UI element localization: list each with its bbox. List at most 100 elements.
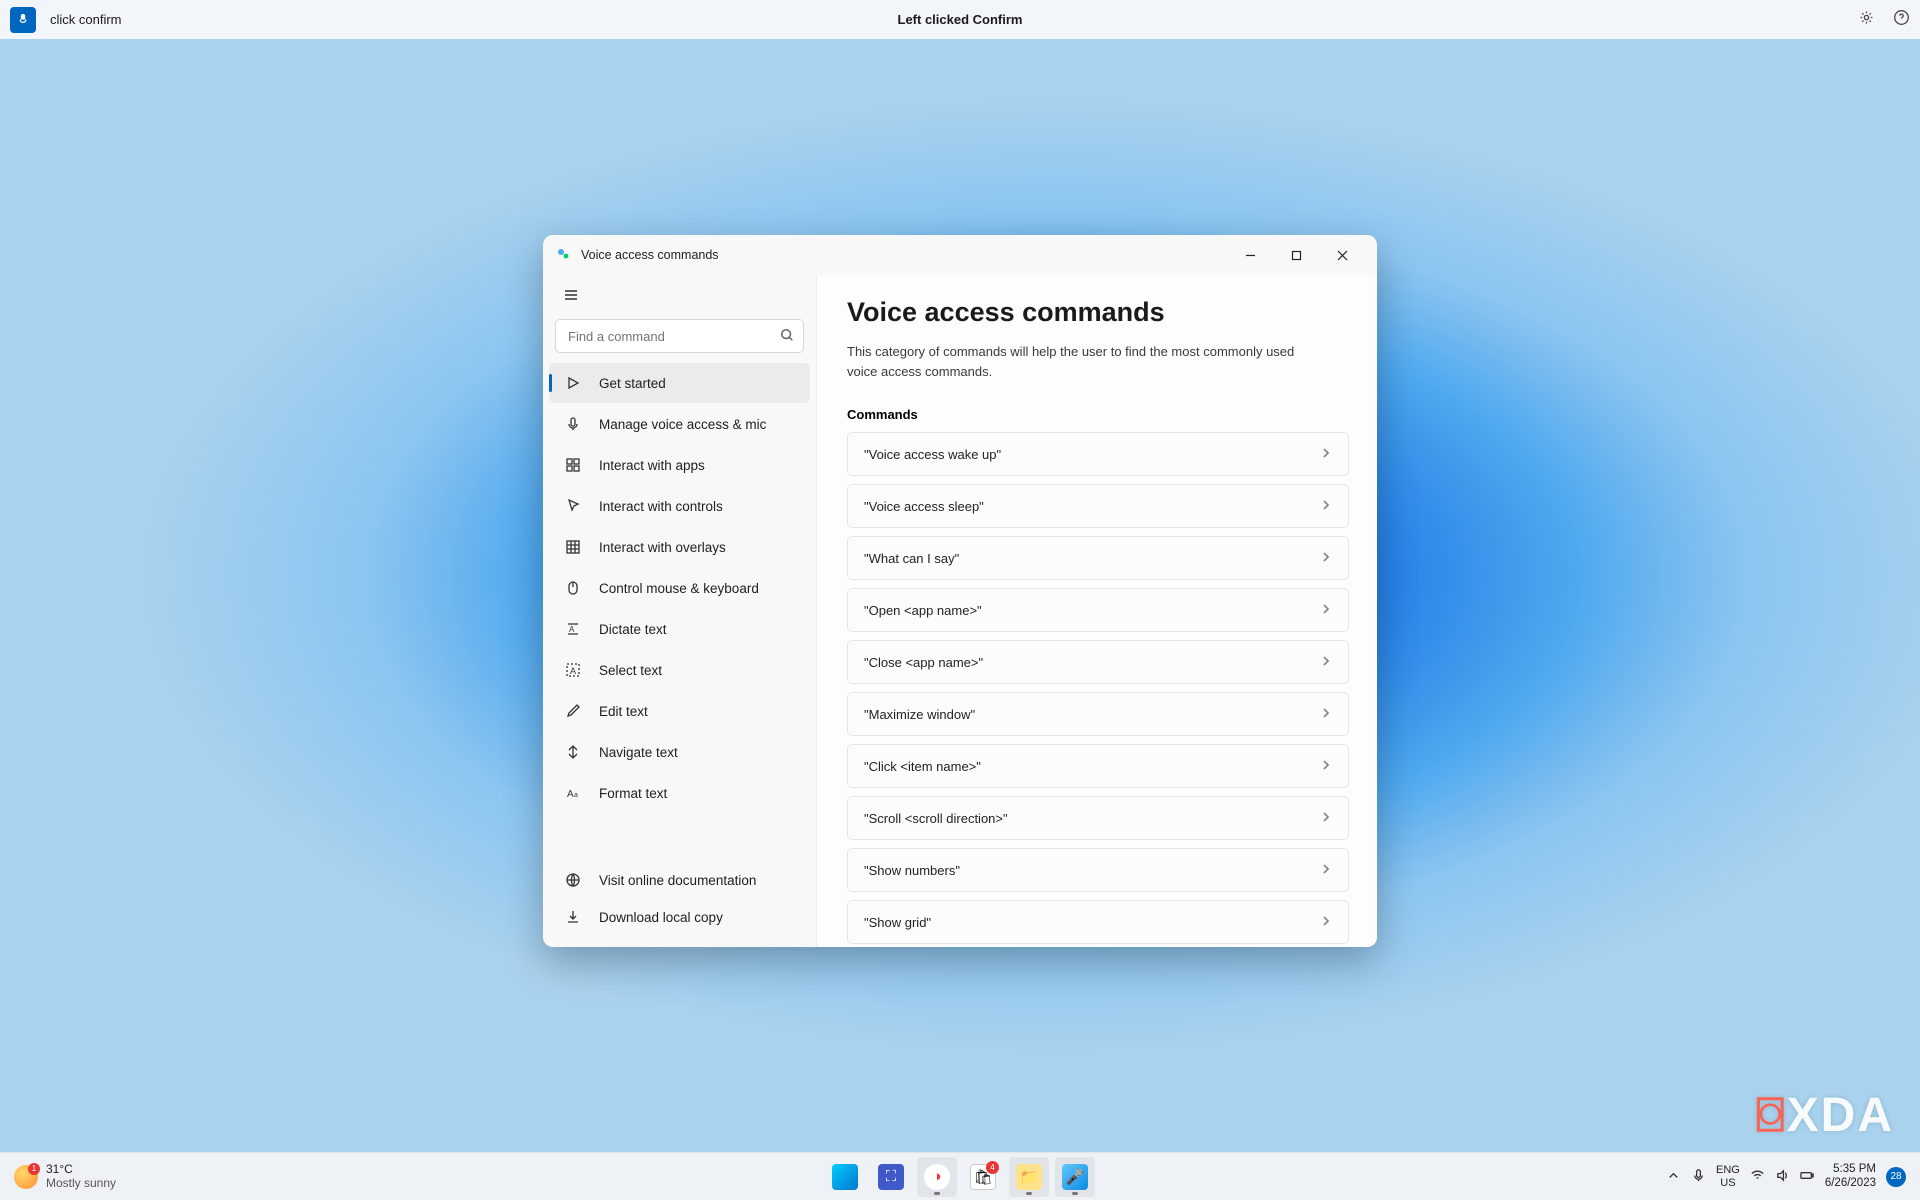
hamburger-button[interactable] <box>555 279 587 311</box>
nav-item-get-started[interactable]: Get started <box>549 363 810 403</box>
nav-item-label: Visit online documentation <box>599 873 756 888</box>
command-text: "Click <item name>" <box>864 759 981 774</box>
svg-text:A: A <box>570 666 576 676</box>
volume-icon[interactable] <box>1775 1168 1790 1186</box>
command-item[interactable]: "Show grid" <box>847 900 1349 944</box>
weather-temp: 31°C <box>46 1163 116 1177</box>
nav-item-interact-with-controls[interactable]: Interact with controls <box>549 486 810 526</box>
taskbar-app-voice-access[interactable]: 🎤 <box>1055 1157 1095 1197</box>
nav-item-label: Format text <box>599 786 667 801</box>
chevron-right-icon <box>1320 551 1332 566</box>
commands-label: Commands <box>847 407 1349 422</box>
mic-toggle-button[interactable] <box>10 7 36 33</box>
chevron-right-icon <box>1320 447 1332 462</box>
mic-icon <box>565 416 581 432</box>
dictate-icon: A <box>565 621 581 637</box>
cursor-icon <box>565 498 581 514</box>
nav-item-navigate-text[interactable]: Navigate text <box>549 732 810 772</box>
nav-bottom-item-visit-online-documentation[interactable]: Visit online documentation <box>549 862 810 898</box>
tray-expand-icon[interactable] <box>1666 1168 1681 1186</box>
command-item[interactable]: "Voice access wake up" <box>847 432 1349 476</box>
play-icon <box>565 375 581 391</box>
command-text: "Maximize window" <box>864 707 975 722</box>
battery-icon[interactable] <box>1800 1168 1815 1186</box>
mic-icon <box>16 13 30 27</box>
nav-item-label: Navigate text <box>599 745 678 760</box>
clock[interactable]: 5:35 PM 6/26/2023 <box>1825 1163 1876 1191</box>
window-title: Voice access commands <box>581 248 719 262</box>
command-text: "What can I say" <box>864 551 959 566</box>
nav-item-edit-text[interactable]: Edit text <box>549 691 810 731</box>
taskbar-app-teams[interactable]: ⛶ <box>871 1157 911 1197</box>
nav-item-manage-voice-access-mic[interactable]: Manage voice access & mic <box>549 404 810 444</box>
nav-item-label: Get started <box>599 376 666 391</box>
nav-bottom-item-download-local-copy[interactable]: Download local copy <box>549 899 810 935</box>
page-heading: Voice access commands <box>847 297 1349 328</box>
chevron-right-icon <box>1320 915 1332 930</box>
close-button[interactable] <box>1319 235 1365 275</box>
command-item[interactable]: "What can I say" <box>847 536 1349 580</box>
chevron-right-icon <box>1320 603 1332 618</box>
command-text: "Show numbers" <box>864 863 960 878</box>
format-icon: Aa <box>565 785 581 801</box>
nav-item-dictate-text[interactable]: A Dictate text <box>549 609 810 649</box>
nav-item-label: Edit text <box>599 704 648 719</box>
weather-desc: Mostly sunny <box>46 1177 116 1191</box>
settings-icon[interactable] <box>1858 9 1875 31</box>
notification-badge[interactable]: 28 <box>1886 1167 1906 1187</box>
command-item[interactable]: "Close <app name>" <box>847 640 1349 684</box>
command-text: "Show grid" <box>864 915 931 930</box>
tray-mic-icon[interactable] <box>1691 1168 1706 1186</box>
help-icon[interactable] <box>1893 9 1910 31</box>
svg-text:A: A <box>567 789 574 800</box>
watermark: ⌼XDA <box>1756 1088 1894 1144</box>
globe-icon <box>565 872 581 888</box>
command-item[interactable]: "Maximize window" <box>847 692 1349 736</box>
nav-item-label: Interact with apps <box>599 458 705 473</box>
taskbar: 31°C Mostly sunny ⛶ ◑ 🛍 📁 🎤 ENG US 5:35 … <box>0 1152 1920 1200</box>
apps-icon <box>565 457 581 473</box>
nav-item-label: Control mouse & keyboard <box>599 581 759 596</box>
taskbar-app-vivaldi[interactable]: ◑ <box>917 1157 957 1197</box>
taskbar-app-store[interactable]: 🛍 <box>963 1157 1003 1197</box>
nav-item-label: Dictate text <box>599 622 667 637</box>
nav-item-interact-with-apps[interactable]: Interact with apps <box>549 445 810 485</box>
nav-item-select-text[interactable]: A Select text <box>549 650 810 690</box>
download-icon <box>565 909 581 925</box>
grid-icon <box>565 539 581 555</box>
language-indicator[interactable]: ENG US <box>1716 1164 1740 1188</box>
nav-item-label: Interact with controls <box>599 499 723 514</box>
nav-item-interact-with-overlays[interactable]: Interact with overlays <box>549 527 810 567</box>
weather-widget[interactable]: 31°C Mostly sunny <box>14 1163 116 1191</box>
nav-item-label: Select text <box>599 663 662 678</box>
voice-command-text: click confirm <box>50 12 122 27</box>
svg-text:A: A <box>569 625 575 634</box>
nav-item-format-text[interactable]: Aa Format text <box>549 773 810 813</box>
start-button[interactable] <box>825 1157 865 1197</box>
taskbar-app-explorer[interactable]: 📁 <box>1009 1157 1049 1197</box>
page-description: This category of commands will help the … <box>847 342 1327 381</box>
command-item[interactable]: "Show numbers" <box>847 848 1349 892</box>
command-text: "Close <app name>" <box>864 655 983 670</box>
command-text: "Voice access sleep" <box>864 499 984 514</box>
select-icon: A <box>565 662 581 678</box>
command-text: "Voice access wake up" <box>864 447 1001 462</box>
search-input[interactable] <box>555 319 804 353</box>
minimize-button[interactable] <box>1227 235 1273 275</box>
command-item[interactable]: "Scroll <scroll direction>" <box>847 796 1349 840</box>
main-content[interactable]: Voice access commands This category of c… <box>816 275 1377 947</box>
nav-item-control-mouse-keyboard[interactable]: Control mouse & keyboard <box>549 568 810 608</box>
voice-access-commands-window: Voice access commands Get started Manage … <box>543 235 1377 947</box>
command-item[interactable]: "Open <app name>" <box>847 588 1349 632</box>
edit-icon <box>565 703 581 719</box>
mouse-icon <box>565 580 581 596</box>
command-text: "Scroll <scroll direction>" <box>864 811 1008 826</box>
command-item[interactable]: "Voice access sleep" <box>847 484 1349 528</box>
window-titlebar[interactable]: Voice access commands <box>543 235 1377 275</box>
chevron-right-icon <box>1320 863 1332 878</box>
wifi-icon[interactable] <box>1750 1168 1765 1186</box>
chevron-right-icon <box>1320 499 1332 514</box>
maximize-button[interactable] <box>1273 235 1319 275</box>
command-item[interactable]: "Click <item name>" <box>847 744 1349 788</box>
nav-item-label: Interact with overlays <box>599 540 726 555</box>
